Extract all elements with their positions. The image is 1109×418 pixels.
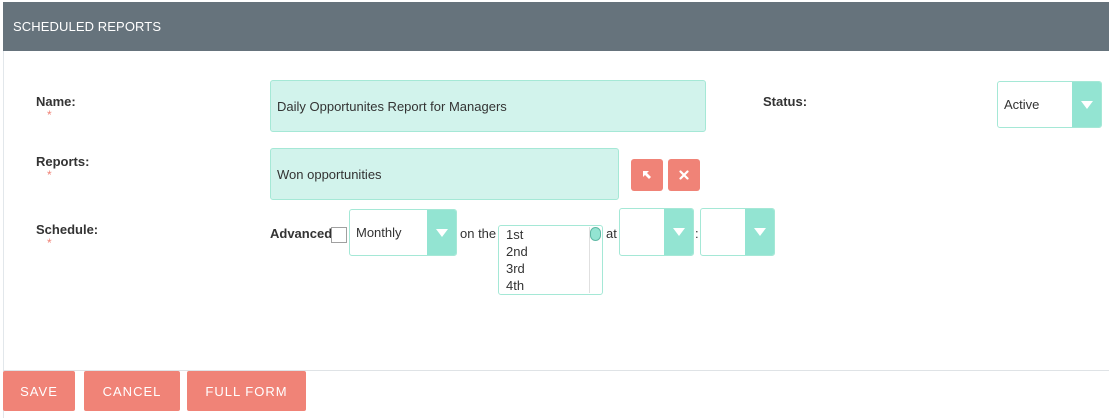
select-report-button[interactable] <box>631 159 663 191</box>
status-selected-value: Active <box>1004 97 1040 112</box>
full-form-button[interactable]: FULL FORM <box>187 371 306 411</box>
hour-select[interactable] <box>619 208 694 256</box>
day-option[interactable]: 2nd <box>499 243 602 260</box>
day-option[interactable]: 3rd <box>499 260 602 277</box>
clear-report-button[interactable] <box>668 159 700 191</box>
advanced-checkbox[interactable] <box>331 227 347 243</box>
advanced-label: Advanced <box>270 226 333 241</box>
status-select[interactable]: Active <box>997 81 1102 128</box>
time-separator: : <box>695 226 699 241</box>
frequency-select[interactable]: Monthly <box>349 209 457 256</box>
chevron-down-icon <box>672 228 685 236</box>
close-x-icon <box>679 170 689 180</box>
scheduled-reports-panel <box>3 2 1109 418</box>
day-of-month-listbox[interactable]: 1st 2nd 3rd 4th <box>498 225 603 295</box>
name-input[interactable]: Daily Opportunites Report for Managers <box>270 80 706 132</box>
on-the-label: on the <box>460 226 497 241</box>
frequency-dropdown-arrow[interactable] <box>427 210 456 255</box>
day-option[interactable]: 1st <box>499 226 602 243</box>
minute-select[interactable] <box>700 208 775 256</box>
arrow-select-icon <box>643 171 651 179</box>
at-label: at <box>606 226 617 241</box>
name-label: Name: <box>36 94 76 109</box>
save-button[interactable]: SAVE <box>3 371 75 411</box>
status-dropdown-arrow[interactable] <box>1072 82 1101 127</box>
reports-required-mark: * <box>47 168 52 182</box>
chevron-down-icon <box>1080 100 1093 109</box>
name-required-mark: * <box>47 108 52 122</box>
schedule-label: Schedule: <box>36 222 99 237</box>
reports-input[interactable]: Won opportunities <box>270 148 619 200</box>
frequency-selected-value: Monthly <box>356 225 402 240</box>
reports-label: Reports: <box>36 154 90 169</box>
day-option[interactable]: 4th <box>499 277 602 294</box>
hour-dropdown-arrow[interactable] <box>664 209 693 255</box>
chevron-down-icon <box>435 228 448 237</box>
schedule-required-mark: * <box>47 236 52 250</box>
status-label: Status: <box>763 94 808 109</box>
chevron-down-icon <box>753 228 766 236</box>
listbox-scroll-thumb[interactable] <box>590 227 601 241</box>
minute-dropdown-arrow[interactable] <box>745 209 774 255</box>
panel-title: SCHEDULED REPORTS <box>3 2 1109 51</box>
cancel-button[interactable]: CANCEL <box>84 371 180 411</box>
